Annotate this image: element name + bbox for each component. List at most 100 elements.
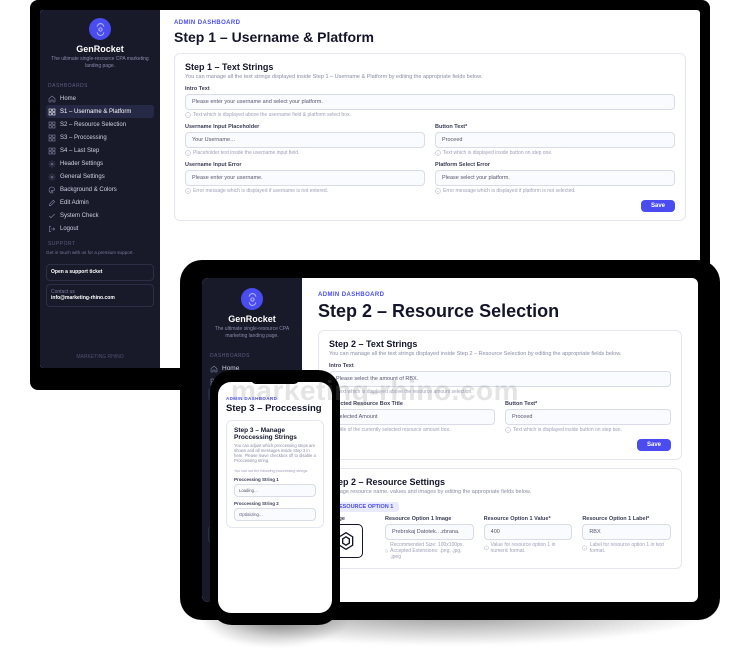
processing-strings-card: Step 3 – Manage Proccessing Strings You … <box>226 420 324 528</box>
brand-block: GenRocket The ultimate single-resource C… <box>46 18 154 69</box>
resource-file-input[interactable]: Prebrskaj Datotek…zbrana. <box>385 524 474 540</box>
sidebar-item-label: Header Settings <box>60 161 103 167</box>
info-icon <box>435 188 441 194</box>
box-title-help: Title of the currently selected resource… <box>329 427 495 433</box>
username-error-input[interactable]: Please enter your username. <box>185 170 425 186</box>
home-icon <box>210 365 218 373</box>
breadcrumb: ADMIN DASHBOARD <box>318 292 682 298</box>
page-title: Step 3 – Proccessing <box>226 403 324 414</box>
card-title: Step 2 – Resource Settings <box>329 477 671 487</box>
sidebar-item-header[interactable]: Header Settings <box>46 157 154 170</box>
intro-help-text: Text which is displayed above the resour… <box>337 389 473 395</box>
placeholder-help: Placeholder text inside the username inp… <box>185 150 425 156</box>
box-title-input[interactable]: Selected Amount <box>329 409 495 425</box>
grid-icon <box>48 108 56 116</box>
resource-value-help: Value for resource option 1 in numeric f… <box>484 542 573 554</box>
platform-error-input[interactable]: Please select your platform. <box>435 170 675 186</box>
resource-label-input[interactable]: RBX <box>582 524 671 540</box>
card-title: Step 3 – Manage Proccessing Strings <box>234 427 316 441</box>
sidebar-item-logout[interactable]: Logout <box>46 222 154 235</box>
platform-error-help-text: Error message which is displayed if plat… <box>443 188 576 194</box>
sidebar-item-s2[interactable]: S2 – Resource Selection <box>46 118 154 131</box>
monitor-sidebar: GenRocket The ultimate single-resource C… <box>40 10 160 368</box>
button-text-label: Button Text* <box>435 124 675 130</box>
card-title: Step 2 – Text Strings <box>329 339 671 349</box>
text-strings-card: Step 1 – Text Strings You can manage all… <box>174 53 686 221</box>
resource-value-input[interactable]: 400 <box>484 524 573 540</box>
breadcrumb: ADMIN DASHBOARD <box>174 20 686 26</box>
sidebar-item-edit-admin[interactable]: Edit Admin <box>46 196 154 209</box>
phone-device: ADMIN DASHBOARD Step 3 – Proccessing Ste… <box>210 370 340 625</box>
support-contact-card[interactable]: Contact us info@marketing-rhino.com <box>46 284 154 307</box>
grid-icon <box>48 134 56 142</box>
save-button[interactable]: Save <box>637 439 671 451</box>
resource-file-help-text: Recommended Size: 100x100px. Accepted Ex… <box>390 542 474 560</box>
button-text-input[interactable]: Proceed <box>505 409 671 425</box>
sidebar-item-label: Background & Colors <box>60 187 117 193</box>
box-title-label: Selected Resource Box Title <box>329 401 495 407</box>
resource-value-col: Resource Option 1 Value* 400 Value for r… <box>484 516 573 554</box>
proc1-input[interactable]: Loading… <box>234 484 316 497</box>
sidebar-item-s1[interactable]: S1 – Username & Platform <box>46 105 154 118</box>
info-icon <box>505 427 511 433</box>
sidebar-item-general[interactable]: General Settings <box>46 170 154 183</box>
button-text-help: Text which is displayed inside button on… <box>505 427 671 433</box>
support-caption: Get in touch with us for a premium suppo… <box>46 250 154 255</box>
sidebar-item-label: General Settings <box>60 174 105 180</box>
button-text-field: Button Text* Proceed Text which is displ… <box>505 401 671 433</box>
platform-error-field: Platform Select Error Please select your… <box>435 162 675 194</box>
intro-text-field: Intro Text Please enter your username an… <box>185 86 675 118</box>
username-error-help: Error message which is displayed if user… <box>185 188 425 194</box>
resource-label-help-text: Label for resource option 1 in text form… <box>590 542 671 554</box>
username-error-field: Username Input Error Please enter your u… <box>185 162 425 194</box>
page-title: Step 1 – Username & Platform <box>174 29 686 45</box>
tablet-main: ADMIN DASHBOARD Step 2 – Resource Select… <box>302 278 698 602</box>
card-title: Step 1 – Text Strings <box>185 62 675 72</box>
sidebar-item-label: Logout <box>60 226 78 232</box>
sidebar-item-background[interactable]: Background & Colors <box>46 183 154 196</box>
info-icon <box>385 548 388 554</box>
sidebar-item-s3[interactable]: S3 – Proccessing <box>46 131 154 144</box>
processing-note: You can set the following proccessing st… <box>234 469 316 473</box>
breadcrumb: ADMIN DASHBOARD <box>226 396 324 401</box>
sidebar-section-support: SUPPORT <box>48 241 154 247</box>
sidebar-item-system-check[interactable]: System Check <box>46 209 154 222</box>
home-icon <box>48 95 56 103</box>
sidebar-item-home[interactable]: Home <box>46 92 154 105</box>
box-title-field: Selected Resource Box Title Selected Amo… <box>329 401 495 433</box>
sidebar-item-s4[interactable]: S4 – Last Step <box>46 144 154 157</box>
intro-input[interactable]: Please enter your username and select yo… <box>185 94 675 110</box>
support-contact-email: info@marketing-rhino.com <box>51 295 149 302</box>
button-text-label: Button Text* <box>505 401 671 407</box>
username-error-help-text: Error message which is displayed if user… <box>193 188 328 194</box>
button-text-help-text: Text which is displayed inside button on… <box>513 427 622 433</box>
resource-value-label: Resource Option 1 Value* <box>484 516 573 522</box>
sidebar-item-label: S4 – Last Step <box>60 148 99 154</box>
text-strings-card: Step 2 – Text Strings You can manage all… <box>318 330 682 460</box>
info-icon <box>185 188 191 194</box>
processing-note-text: You can set the following proccessing st… <box>234 469 308 473</box>
resource-label-col: Resource Option 1 Label* RBX Label for r… <box>582 516 671 554</box>
info-icon <box>185 150 191 156</box>
placeholder-field: Username Input Placeholder Your Username… <box>185 124 425 156</box>
sidebar-item-label: S1 – Username & Platform <box>60 109 131 115</box>
placeholder-input[interactable]: Your Username… <box>185 132 425 148</box>
intro-label: Intro Text <box>185 86 675 92</box>
sidebar-section-dashboards: DASHBOARDS <box>210 353 296 359</box>
info-icon <box>435 150 441 156</box>
intro-help: Text which is displayed above the userna… <box>185 112 675 118</box>
intro-input[interactable]: Please select the amount of RBX. <box>329 371 671 387</box>
sidebar-item-label: Edit Admin <box>60 200 89 206</box>
proc2-label: Proccessing String 2 <box>234 501 316 506</box>
proc1-label: Proccessing String 1 <box>234 477 316 482</box>
support-ticket-card[interactable]: Open a support ticket <box>46 264 154 281</box>
save-button[interactable]: Save <box>641 200 675 212</box>
sidebar-section-dashboards: DASHBOARDS <box>48 83 154 89</box>
proc2-input[interactable]: Optimizing… <box>234 508 316 521</box>
button-text-input[interactable]: Proceed <box>435 132 675 148</box>
settings-icon <box>48 173 56 181</box>
support-ticket-title: Open a support ticket <box>51 269 149 276</box>
platform-error-help: Error message which is displayed if plat… <box>435 188 675 194</box>
button-text-help-text: Text which is displayed inside button on… <box>443 150 553 156</box>
sidebar-item-label: S3 – Proccessing <box>60 135 107 141</box>
